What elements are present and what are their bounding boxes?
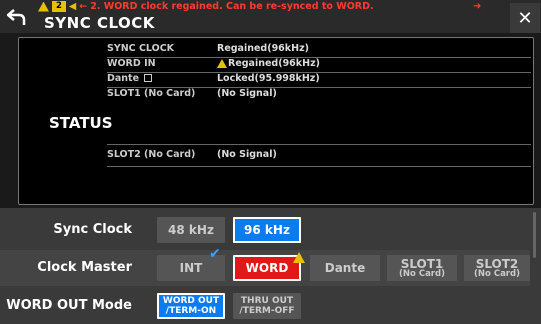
status-key: SLOT1 (No Card): [107, 88, 196, 99]
status-label: STATUS: [49, 114, 113, 132]
back-button[interactable]: [2, 2, 32, 32]
clock-master-slot2-button[interactable]: SLOT2 (No Card): [464, 255, 530, 281]
button-label: THRU OUT: [240, 296, 294, 306]
status-row-slot2: SLOT2 (No Card) (No Signal): [107, 149, 531, 162]
alert-banner[interactable]: 2 ◀ ← 2. WORD clock regained. Can be re-…: [38, 0, 374, 13]
status-row-slot1: SLOT1 (No Card) (No Signal): [107, 88, 531, 101]
clock-master-row: Clock Master INT ✔ WORD Dante SLOT1 (No …: [0, 246, 530, 286]
divider: [107, 166, 531, 167]
status-value: (No Signal): [217, 149, 277, 160]
sync-clock-label: Sync Clock: [53, 222, 132, 237]
button-label: 48 kHz: [168, 223, 214, 237]
button-sublabel: /TERM-OFF: [239, 306, 295, 316]
external-link-icon[interactable]: [144, 74, 153, 82]
word-out-mode-row: WORD OUT Mode WORD OUT /TERM-ON THRU OUT…: [0, 288, 530, 324]
page-title: SYNC CLOCK: [44, 14, 155, 32]
clock-master-slot1-button[interactable]: SLOT1 (No Card): [387, 255, 457, 281]
button-label: WORD OUT: [162, 296, 220, 306]
sync-clock-96khz-button[interactable]: 96 kHz: [233, 217, 301, 243]
button-sublabel: (No Card): [399, 268, 445, 279]
header-bar: 2 ◀ ← 2. WORD clock regained. Can be re-…: [0, 0, 541, 33]
button-label: 96 kHz: [244, 223, 290, 237]
checkmark-icon: ✔: [209, 246, 221, 262]
clock-master-label: Clock Master: [37, 260, 132, 275]
status-value: Regained(96kHz): [228, 58, 320, 69]
sync-clock-48khz-button[interactable]: 48 kHz: [157, 217, 225, 243]
status-value: (No Signal): [217, 88, 277, 99]
warning-icon: [293, 252, 305, 263]
sync-clock-row: Sync Clock 48 kHz 96 kHz: [0, 212, 530, 248]
alert-arrow-right-icon: ➜: [473, 1, 482, 12]
status-value: Regained(96kHz): [217, 43, 309, 54]
button-label: INT: [179, 261, 203, 275]
alert-arrow-left-icon: ←: [79, 1, 88, 12]
button-label: SLOT1: [400, 256, 444, 271]
status-panel: STATUS SYNC CLOCK Regained(96kHz) WORD I…: [18, 37, 534, 205]
status-row-word-in: WORD IN Regained(96kHz): [107, 58, 531, 73]
close-icon: ✕: [517, 7, 533, 29]
status-key: Dante: [107, 73, 140, 84]
button-sublabel: /TERM-ON: [165, 306, 217, 316]
alert-prev-icon[interactable]: ◀: [69, 1, 76, 12]
alert-count-badge: 2: [52, 1, 66, 12]
status-row-sync-clock: SYNC CLOCK Regained(96kHz): [107, 43, 531, 58]
status-key-wrap: Dante: [107, 73, 153, 84]
settings-scrollbar[interactable]: [533, 212, 536, 258]
divider: [107, 144, 531, 145]
button-label: Dante: [324, 261, 366, 275]
status-value-wrap: Regained(96kHz): [217, 58, 320, 69]
back-arrow-icon: [7, 9, 26, 25]
status-row-dante: Dante Locked(95.998kHz): [107, 73, 531, 88]
status-key: SLOT2 (No Card): [107, 149, 196, 160]
word-out-mode-label: WORD OUT Mode: [6, 298, 132, 313]
close-button[interactable]: ✕: [510, 3, 540, 33]
warning-icon: [217, 59, 227, 68]
status-value: Locked(95.998kHz): [217, 73, 320, 84]
button-sublabel: (No Card): [474, 268, 520, 279]
status-key: SYNC CLOCK: [107, 43, 175, 54]
word-out-term-off-button[interactable]: THRU OUT /TERM-OFF: [233, 293, 301, 319]
clock-master-dante-button[interactable]: Dante: [310, 255, 380, 281]
clock-master-word-button[interactable]: WORD: [233, 252, 305, 281]
settings-area: Sync Clock 48 kHz 96 kHz Clock Master IN…: [0, 208, 541, 324]
status-key: WORD IN: [107, 58, 156, 69]
word-out-term-on-button[interactable]: WORD OUT /TERM-ON: [157, 293, 225, 319]
alert-message: 2. WORD clock regained. Can be re-synced…: [90, 1, 374, 12]
warning-icon: [38, 1, 49, 12]
button-label: SLOT2: [475, 256, 519, 271]
button-label: WORD: [245, 261, 289, 275]
